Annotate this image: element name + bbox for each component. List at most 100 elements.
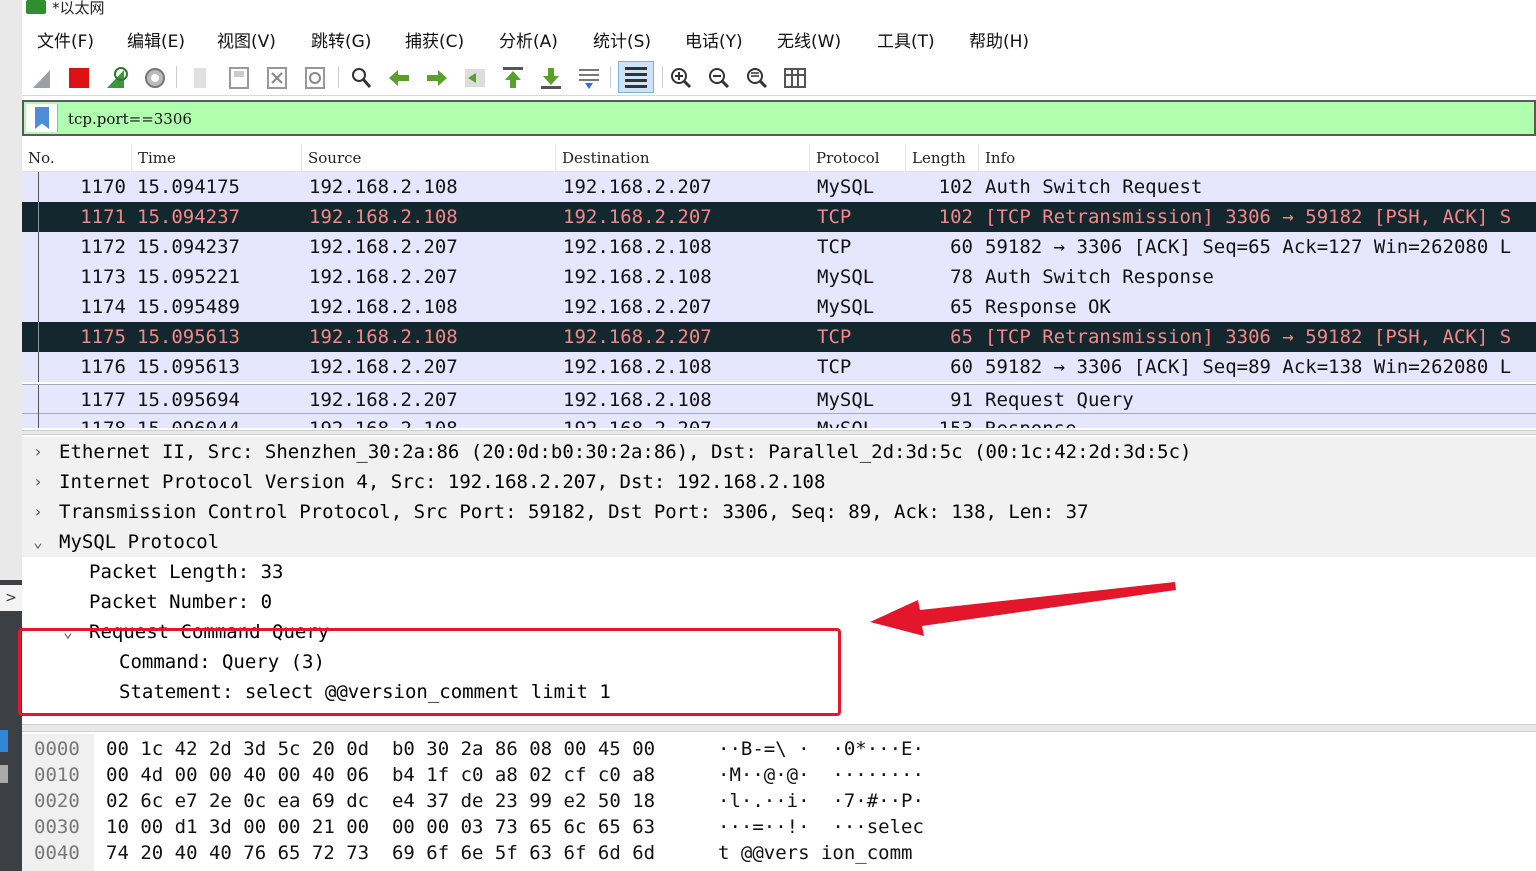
go-forward-icon[interactable]	[424, 65, 450, 91]
cell-no: 1172	[80, 236, 126, 258]
save-file-icon[interactable]	[226, 65, 252, 91]
detail-tree-item[interactable]: › Ethernet II, Src: Shenzhen_30:2a:86 (20…	[22, 437, 1536, 467]
autoscroll-icon[interactable]	[576, 65, 602, 91]
open-file-icon[interactable]	[188, 65, 214, 91]
last-packet-icon[interactable]	[538, 65, 564, 91]
cell-info: [TCP Retransmission] 3306 → 59182 [PSH, …	[985, 326, 1512, 348]
menu-view[interactable]: 视图(V)	[217, 27, 276, 52]
detail-text: MySQL Protocol	[59, 531, 220, 553]
cell-info: Auth Switch Request	[985, 176, 1203, 198]
packet-row[interactable]: 1176 15.095613 192.168.2.207 192.168.2.108 T…	[22, 352, 1536, 382]
menu-capture[interactable]: 捕获(C)	[405, 27, 464, 52]
cell-no: 1176	[80, 356, 126, 378]
column-header-length[interactable]: Length	[906, 144, 979, 172]
menu-file[interactable]: 文件(F)	[37, 27, 94, 52]
column-header-no[interactable]: No.	[22, 144, 132, 172]
column-header-time[interactable]: Time	[132, 144, 302, 172]
main-toolbar	[22, 58, 1536, 96]
column-header-info[interactable]: Info	[979, 144, 1536, 172]
cell-destination: 192.168.2.207	[563, 176, 712, 198]
detail-tree-item[interactable]: › Internet Protocol Version 4, Src: 192.1…	[22, 467, 1536, 497]
background-window-area	[0, 0, 22, 580]
packet-row[interactable]: 1174 15.095489 192.168.2.108 192.168.2.207 M…	[22, 292, 1536, 322]
normal-size-icon[interactable]	[744, 65, 770, 91]
bytes-hex: 00 4d 00 00 40 00 40 06 b4 1f c0 a8 02 c…	[106, 764, 656, 786]
cell-destination: 192.168.2.108	[563, 266, 712, 288]
cell-length: 60	[950, 236, 973, 258]
collapse-chevron-icon[interactable]: ⌄	[60, 617, 76, 647]
detail-tree-item[interactable]: Statement: select @@version_comment limi…	[22, 677, 1536, 707]
cell-no: 1174	[80, 296, 126, 318]
capture-options-icon[interactable]	[142, 65, 168, 91]
bytes-row[interactable]: 0010 00 4d 00 00 40 00 40 06 b4 1f c0 a8 …	[22, 762, 1536, 788]
cell-destination: 192.168.2.108	[563, 389, 712, 411]
stop-capture-icon[interactable]	[66, 65, 92, 91]
menu-edit[interactable]: 编辑(E)	[127, 27, 185, 52]
colorize-icon[interactable]	[618, 61, 654, 93]
expand-chevron-icon[interactable]: ›	[30, 437, 46, 467]
cell-length: 65	[950, 326, 973, 348]
zoom-out-icon[interactable]	[706, 65, 732, 91]
first-packet-icon[interactable]	[500, 65, 526, 91]
go-to-packet-icon[interactable]	[462, 65, 488, 91]
resize-columns-icon[interactable]	[782, 65, 808, 91]
detail-tree-item[interactable]: Command: Query (3)	[22, 647, 1536, 677]
cell-protocol: MySQL	[817, 414, 874, 428]
pane-splitter-1[interactable]	[22, 430, 1536, 435]
find-packet-icon[interactable]	[348, 65, 374, 91]
cell-protocol: MySQL	[817, 296, 875, 318]
restart-capture-icon[interactable]	[104, 65, 130, 91]
go-back-icon[interactable]	[386, 65, 412, 91]
detail-tree-item[interactable]: Packet Number: 0	[22, 587, 1536, 617]
menu-wireless[interactable]: 无线(W)	[777, 27, 841, 52]
bytes-row[interactable]: 0000 00 1c 42 2d 3d 5c 20 0d b0 30 2a 86 …	[22, 736, 1536, 762]
bytes-row[interactable]: 0020 02 6c e7 2e 0c ea 69 dc e4 37 de 23 …	[22, 788, 1536, 814]
menu-statistics[interactable]: 统计(S)	[593, 27, 651, 52]
bytes-row[interactable]: 0040 74 20 40 40 76 65 72 73 69 6f 6e 5f …	[22, 840, 1536, 866]
expand-chevron-icon[interactable]: ›	[30, 497, 46, 527]
detail-tree-item[interactable]: ⌄ Request Command Query	[22, 617, 1536, 647]
pane-splitter-2[interactable]	[22, 724, 1536, 732]
detail-text: Statement: select @@version_comment limi…	[119, 681, 611, 703]
cell-time: 15.094175	[137, 176, 240, 198]
column-header-protocol[interactable]: Protocol	[810, 144, 906, 172]
packet-row[interactable]: 1170 15.094175 192.168.2.108 192.168.2.207 M…	[22, 172, 1536, 202]
expand-chevron-icon[interactable]: ›	[30, 467, 46, 497]
menu-help[interactable]: 帮助(H)	[969, 27, 1029, 52]
menu-go[interactable]: 跳转(G)	[311, 27, 371, 52]
detail-text: Packet Length: 33	[89, 561, 284, 583]
display-filter-input[interactable]: tcp.port==3306	[68, 110, 192, 128]
packet-row[interactable]: 1177 15.095694 192.168.2.207 192.168.2.108 M…	[22, 384, 1536, 415]
collapse-chevron-icon[interactable]: >	[0, 585, 22, 611]
packet-row[interactable]: 1172 15.094237 192.168.2.207 192.168.2.108 T…	[22, 232, 1536, 262]
cell-source: 192.168.2.207	[309, 236, 458, 258]
cell-source: 192.168.2.207	[309, 356, 458, 378]
filter-bookmark-icon[interactable]	[26, 104, 58, 132]
reload-file-icon[interactable]	[302, 65, 328, 91]
cell-no: 1178	[22, 414, 126, 428]
menu-telephony[interactable]: 电话(Y)	[685, 27, 743, 52]
detail-text: Packet Number: 0	[89, 591, 273, 613]
collapse-chevron-icon[interactable]: ⌄	[30, 527, 46, 557]
bytes-row[interactable]: 0030 10 00 d1 3d 00 00 21 00 00 00 03 73 …	[22, 814, 1536, 840]
cell-length: 65	[950, 296, 973, 318]
menu-tools[interactable]: 工具(T)	[877, 27, 935, 52]
zoom-in-icon[interactable]	[668, 65, 694, 91]
bytes-ascii: ··B-=\ · ·0*···E·	[718, 738, 924, 760]
packet-row[interactable]: 1175 15.095613 192.168.2.108 192.168.2.207 T…	[22, 322, 1536, 352]
menu-analyze[interactable]: 分析(A)	[499, 27, 558, 52]
cell-source: 192.168.2.108	[309, 296, 458, 318]
shark-fin-start-icon[interactable]	[30, 65, 56, 91]
close-file-icon[interactable]	[264, 65, 290, 91]
cell-source: 192.168.2.207	[309, 266, 458, 288]
column-header-destination[interactable]: Destination	[556, 144, 810, 172]
packet-row[interactable]: 1171 15.094237 192.168.2.108 192.168.2.207 T…	[22, 202, 1536, 232]
packet-row[interactable]: 1178 15.096044 192.168.2.108 192.168.2.207 M…	[22, 414, 1536, 428]
cell-time: 15.094237	[137, 236, 240, 258]
detail-tree-item[interactable]: ⌄ MySQL Protocol	[22, 527, 1536, 557]
packet-row[interactable]: 1173 15.095221 192.168.2.207 192.168.2.108 M…	[22, 262, 1536, 292]
column-header-source[interactable]: Source	[302, 144, 556, 172]
display-filter-bar[interactable]: tcp.port==3306	[22, 100, 1536, 136]
detail-tree-item[interactable]: › Transmission Control Protocol, Src Port…	[22, 497, 1536, 527]
detail-tree-item[interactable]: Packet Length: 33	[22, 557, 1536, 587]
